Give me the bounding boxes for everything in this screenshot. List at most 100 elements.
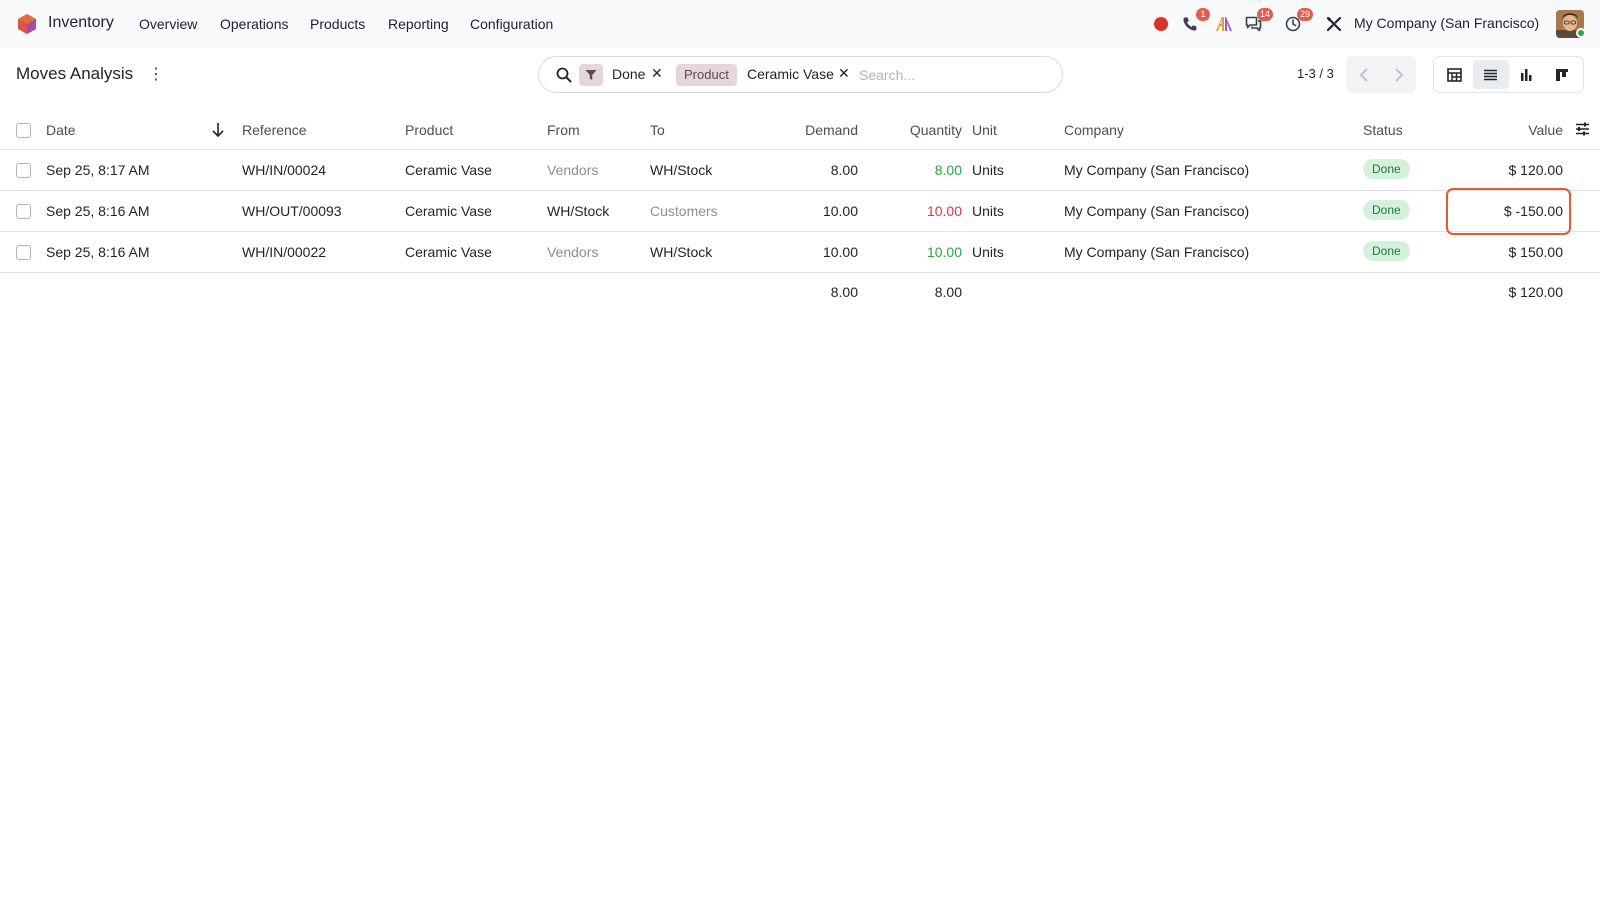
- table-row[interactable]: Sep 25, 8:17 AM WH/IN/00024 Ceramic Vase…: [0, 150, 1600, 191]
- filter-icon: [579, 64, 603, 86]
- menu-reporting[interactable]: Reporting: [388, 16, 449, 32]
- cell-from: Vendors: [547, 162, 599, 178]
- kanban-view-button[interactable]: [1544, 60, 1580, 89]
- menu-operations[interactable]: Operations: [220, 16, 288, 32]
- cell-value: $ 150.00: [1508, 244, 1564, 260]
- chat-badge: 14: [1256, 8, 1273, 21]
- cell-value: $ 120.00: [1508, 162, 1564, 178]
- pager-next-button[interactable]: [1381, 56, 1416, 93]
- phone-badge: 1: [1196, 8, 1210, 21]
- column-header-company[interactable]: Company: [1064, 122, 1124, 138]
- cell-company: My Company (San Francisco): [1064, 203, 1250, 219]
- top-navbar: Inventory Overview Operations Products R…: [0, 0, 1600, 48]
- pager-buttons: [1346, 56, 1416, 93]
- activity-clock-icon[interactable]: 29: [1283, 8, 1313, 34]
- cell-unit: Units: [972, 244, 1004, 260]
- cell-date: Sep 25, 8:17 AM: [46, 162, 150, 178]
- cell-reference: WH/IN/00024: [242, 162, 327, 178]
- pivot-view-button[interactable]: [1437, 60, 1473, 89]
- sort-descending-icon[interactable]: [211, 122, 225, 138]
- search-bar[interactable]: Done ✕ Product Ceramic Vase ✕: [538, 56, 1063, 93]
- cell-unit: Units: [972, 162, 1004, 178]
- table-row[interactable]: Sep 25, 8:16 AM WH/OUT/00093 Ceramic Vas…: [0, 191, 1600, 232]
- optional-columns-icon[interactable]: [1575, 122, 1590, 136]
- column-header-demand[interactable]: Demand: [760, 122, 858, 138]
- cell-product: Ceramic Vase: [405, 244, 492, 260]
- row-checkbox[interactable]: [16, 204, 31, 219]
- row-checkbox[interactable]: [16, 245, 31, 260]
- menu-products[interactable]: Products: [310, 16, 365, 32]
- cell-to: Customers: [650, 203, 718, 219]
- cell-quantity: 10.00: [926, 203, 962, 219]
- remove-facet-done-icon[interactable]: ✕: [651, 65, 663, 82]
- pager-value[interactable]: 1-3 / 3: [1297, 66, 1334, 81]
- remove-facet-product-icon[interactable]: ✕: [838, 65, 850, 82]
- column-header-value[interactable]: Value: [1460, 122, 1563, 138]
- list-view-button[interactable]: [1472, 60, 1509, 89]
- cell-demand: 8.00: [830, 162, 858, 178]
- menu-overview[interactable]: Overview: [139, 16, 197, 32]
- cell-company: My Company (San Francisco): [1064, 162, 1250, 178]
- app-name[interactable]: Inventory: [48, 14, 114, 32]
- record-icon[interactable]: [1151, 14, 1171, 34]
- facet-product-value: Ceramic Vase: [747, 66, 834, 82]
- facet-product-label: Product: [676, 64, 737, 86]
- select-all-checkbox[interactable]: [16, 123, 31, 138]
- total-demand: 8.00: [830, 284, 858, 300]
- table-row[interactable]: Sep 25, 8:16 AM WH/IN/00022 Ceramic Vase…: [0, 232, 1600, 273]
- graph-view-button[interactable]: [1509, 60, 1545, 89]
- menu-configuration[interactable]: Configuration: [470, 16, 553, 32]
- cell-unit: Units: [972, 203, 1004, 219]
- cell-quantity: 10.00: [926, 244, 962, 260]
- cell-quantity: 8.00: [934, 162, 962, 178]
- chevron-left-icon: [1359, 67, 1368, 82]
- cell-demand: 10.00: [822, 203, 858, 219]
- ai-assistant-icon[interactable]: [1214, 14, 1234, 34]
- chat-icon[interactable]: 14: [1243, 8, 1273, 34]
- cell-to: WH/Stock: [650, 162, 713, 178]
- column-header-date[interactable]: Date: [46, 122, 76, 138]
- inventory-app-icon[interactable]: [16, 13, 38, 35]
- page-title: Moves Analysis: [16, 64, 134, 83]
- search-input[interactable]: [859, 63, 1049, 87]
- cell-date: Sep 25, 8:16 AM: [46, 244, 150, 260]
- company-switcher[interactable]: My Company (San Francisco): [1354, 15, 1539, 31]
- facet-done-value: Done: [612, 66, 646, 82]
- cell-to: WH/Stock: [650, 244, 713, 260]
- column-header-product[interactable]: Product: [405, 122, 453, 138]
- column-header-from[interactable]: From: [547, 122, 580, 138]
- highlight-box: [1446, 188, 1571, 235]
- total-value: $ 120.00: [1508, 284, 1564, 300]
- column-header-unit[interactable]: Unit: [972, 122, 997, 138]
- search-icon[interactable]: [555, 66, 573, 84]
- totals-row: 8.00 8.00 $ 120.00: [0, 272, 1600, 313]
- cell-company: My Company (San Francisco): [1064, 244, 1250, 260]
- status-badge: Done: [1363, 200, 1410, 220]
- cell-from: Vendors: [547, 244, 599, 260]
- total-quantity: 8.00: [934, 284, 962, 300]
- table-header: Date Reference Product From To Demand Qu…: [0, 110, 1600, 150]
- cell-reference: WH/OUT/00093: [242, 203, 342, 219]
- column-header-to[interactable]: To: [650, 122, 665, 138]
- debug-tools-icon[interactable]: [1324, 14, 1344, 34]
- cell-from: WH/Stock: [547, 203, 610, 219]
- cell-product: Ceramic Vase: [405, 203, 492, 219]
- chevron-right-icon: [1394, 67, 1403, 82]
- graph-icon: [1521, 68, 1532, 81]
- actions-menu-icon[interactable]: ⋮: [148, 64, 164, 86]
- cell-date: Sep 25, 8:16 AM: [46, 203, 150, 219]
- pager-previous-button[interactable]: [1346, 56, 1381, 93]
- online-status-dot: [1576, 28, 1586, 38]
- column-header-status[interactable]: Status: [1363, 122, 1403, 138]
- cell-reference: WH/IN/00022: [242, 244, 327, 260]
- list-icon: [1484, 69, 1498, 80]
- status-badge: Done: [1363, 241, 1410, 261]
- column-header-quantity[interactable]: Quantity: [870, 122, 962, 138]
- pivot-icon: [1447, 67, 1463, 82]
- activity-badge: 29: [1296, 8, 1313, 21]
- status-badge: Done: [1363, 159, 1410, 179]
- column-header-reference[interactable]: Reference: [242, 122, 307, 138]
- kanban-icon: [1556, 68, 1569, 81]
- phone-icon[interactable]: 1: [1180, 8, 1210, 34]
- row-checkbox[interactable]: [16, 163, 31, 178]
